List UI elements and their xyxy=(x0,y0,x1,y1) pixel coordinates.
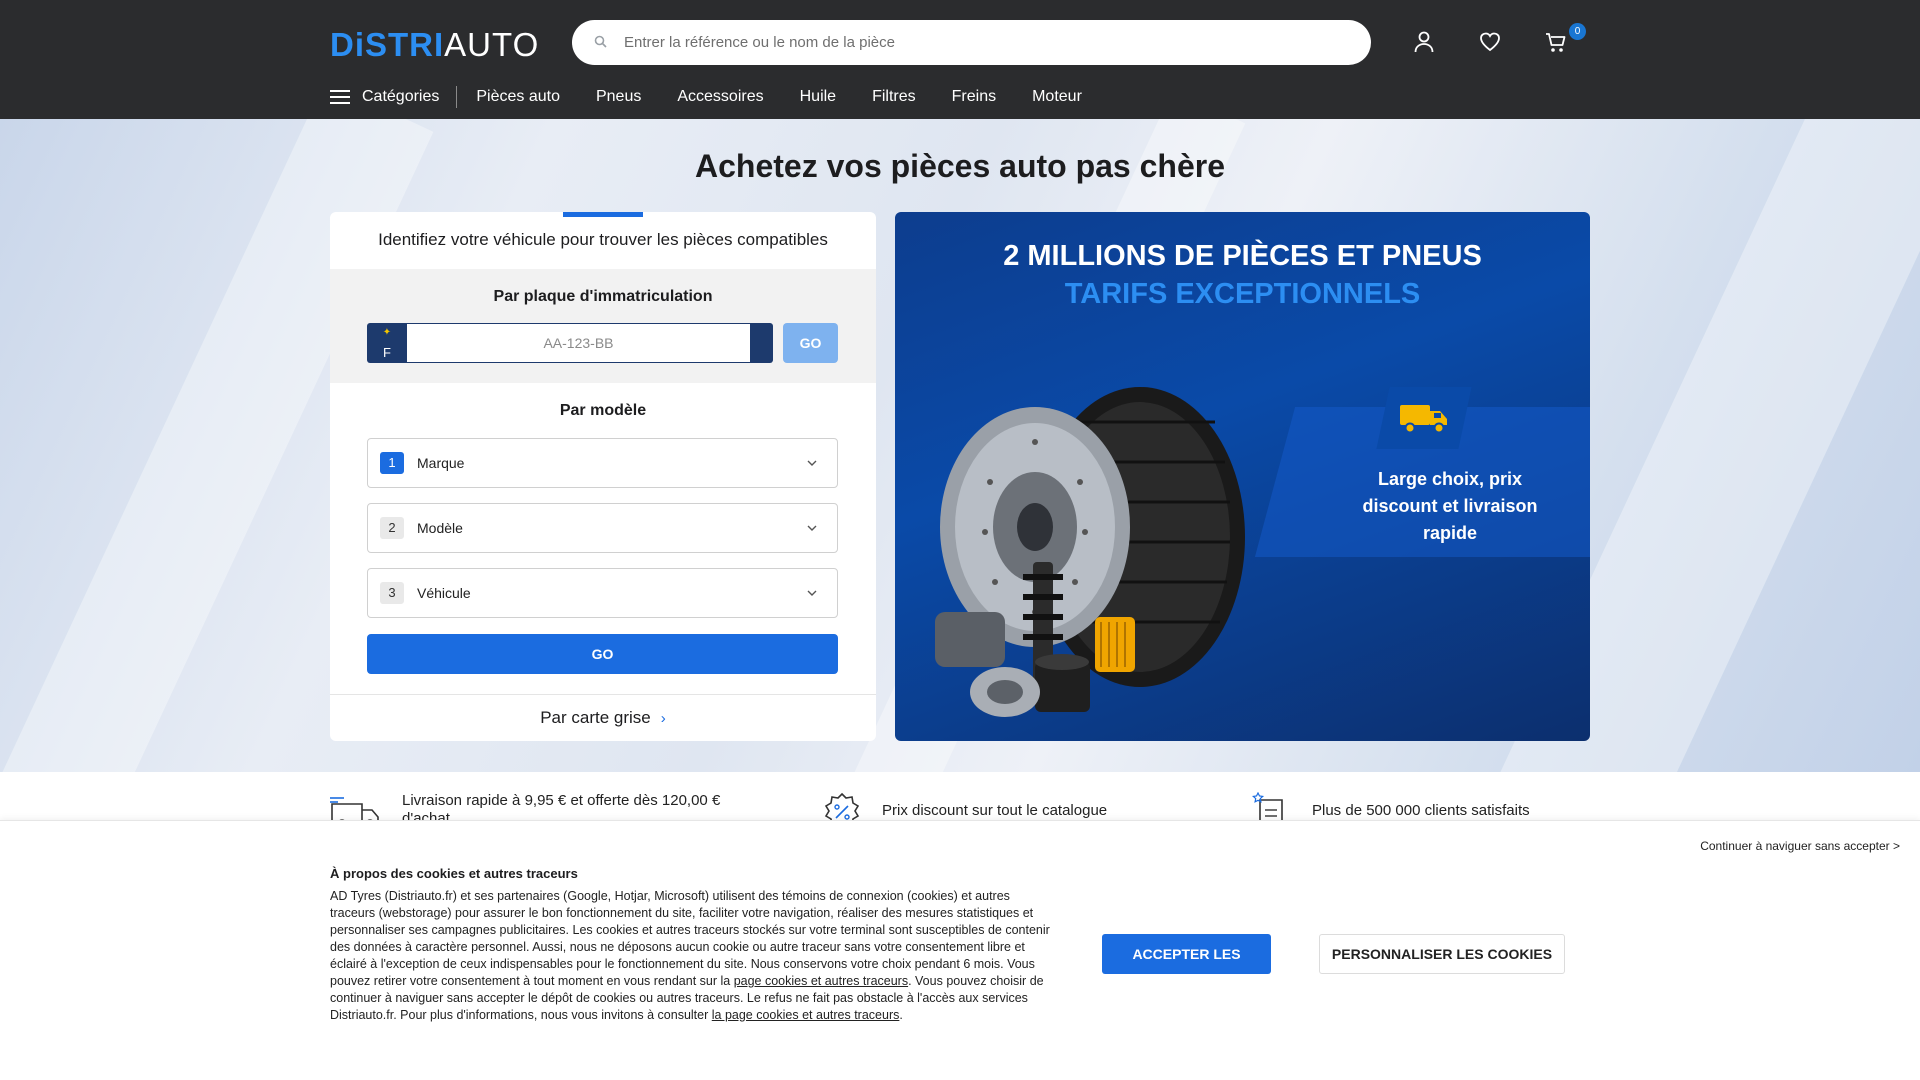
select-label: Marque xyxy=(417,455,465,471)
nav-item-pieces-auto[interactable]: Pièces auto xyxy=(476,88,560,106)
chevron-down-icon xyxy=(807,523,817,534)
promo-headline: 2 MILLIONS DE PIÈCES ET PNEUS xyxy=(1003,240,1482,272)
accept-cookies-button[interactable]: ACCEPTER LES COOKIES xyxy=(1102,934,1271,1002)
carte-grise-label: Par carte grise xyxy=(540,708,651,727)
nav-item-accessoires[interactable]: Accessoires xyxy=(677,88,763,106)
license-plate-field: ✦ F xyxy=(367,323,773,363)
plate-section: Par plaque d'immatriculation ✦ F GO xyxy=(330,269,876,383)
nav-item-freins[interactable]: Freins xyxy=(952,88,996,106)
chevron-right-icon: › xyxy=(660,710,666,727)
model-section-heading: Par modèle xyxy=(559,402,647,419)
plate-go-button[interactable]: GO xyxy=(783,323,838,363)
logo[interactable]: DiSTRIAUTO xyxy=(330,26,539,64)
promo-banner[interactable]: 2 MILLIONS DE PIÈCES ET PNEUS TARIFS EXC… xyxy=(895,212,1590,741)
car-parts-illustration xyxy=(935,387,1245,717)
feature-text: Plus de 500 000 clients satisfaits xyxy=(1312,802,1530,819)
select-label: Véhicule xyxy=(417,585,471,601)
active-tab-indicator xyxy=(563,212,643,217)
logo-part-auto: AUTO xyxy=(444,26,540,63)
delivery-truck-icon xyxy=(1376,387,1472,449)
cookie-page-link[interactable]: page cookies et autres traceurs xyxy=(734,974,908,988)
search-input[interactable] xyxy=(624,34,1324,51)
search-icon[interactable] xyxy=(594,35,610,51)
step-number: 1 xyxy=(380,452,404,474)
feature-text: Prix discount sur tout le catalogue xyxy=(882,802,1108,819)
site-header: DiSTRIAUTO 0 Catégories Pièces auto Pneu… xyxy=(0,0,1920,119)
vehicle-finder-title: Identifiez votre véhicule pour trouver l… xyxy=(378,230,828,249)
select-label: Modèle xyxy=(417,520,463,536)
menu-icon[interactable] xyxy=(330,90,350,104)
continue-without-accepting-link[interactable]: Continuer à naviguer sans accepter > xyxy=(1700,839,1900,853)
select-modele[interactable]: 2 Modèle xyxy=(367,503,838,553)
nav-item-filtres[interactable]: Filtres xyxy=(872,88,916,106)
cookie-banner: Continuer à naviguer sans accepter > À p… xyxy=(0,820,1920,1080)
cart-icon[interactable] xyxy=(1545,30,1567,54)
cookie-title: À propos des cookies et autres traceurs xyxy=(330,866,578,881)
logo-part-distri: DiSTRI xyxy=(330,26,445,63)
chevron-down-icon xyxy=(807,458,817,469)
select-vehicule[interactable]: 3 Véhicule xyxy=(367,568,838,618)
plate-input[interactable] xyxy=(407,324,750,362)
search-bar xyxy=(572,20,1371,65)
carte-grise-link[interactable]: Par carte grise › xyxy=(330,694,876,741)
nav-categories[interactable]: Catégories xyxy=(362,86,458,108)
page-title: Achetez vos pièces auto pas chère xyxy=(695,148,1225,184)
cookie-page-link-2[interactable]: la page cookies et autres traceurs xyxy=(712,1008,900,1022)
main-nav: Catégories Pièces auto Pneus Accessoires… xyxy=(330,84,1100,110)
nav-item-pneus[interactable]: Pneus xyxy=(596,88,641,106)
chevron-down-icon xyxy=(807,588,817,599)
plate-section-heading: Par plaque d'immatriculation xyxy=(493,288,713,305)
step-number: 2 xyxy=(380,517,404,539)
select-marque[interactable]: 1 Marque xyxy=(367,438,838,488)
step-number: 3 xyxy=(380,582,404,604)
cookie-body: AD Tyres (Distriauto.fr) et ses partenai… xyxy=(330,889,1050,1022)
cart-count-badge: 0 xyxy=(1569,23,1586,40)
promo-subheadline: TARIFS EXCEPTIONNELS xyxy=(1064,278,1421,310)
model-go-button[interactable]: GO xyxy=(367,634,838,674)
promo-tagline: Large choix, prix discount et livraison … xyxy=(1362,469,1538,543)
user-icon[interactable] xyxy=(1413,30,1435,54)
plate-country-letter: F xyxy=(383,345,391,360)
customize-cookies-button[interactable]: PERSONNALISER LES COOKIES xyxy=(1319,934,1565,974)
nav-item-huile[interactable]: Huile xyxy=(800,88,836,106)
nav-item-moteur[interactable]: Moteur xyxy=(1032,88,1082,106)
heart-icon[interactable] xyxy=(1479,30,1501,54)
vehicle-finder-panel: Identifiez votre véhicule pour trouver l… xyxy=(330,212,876,741)
eu-flag-icon: ✦ F xyxy=(367,323,407,363)
